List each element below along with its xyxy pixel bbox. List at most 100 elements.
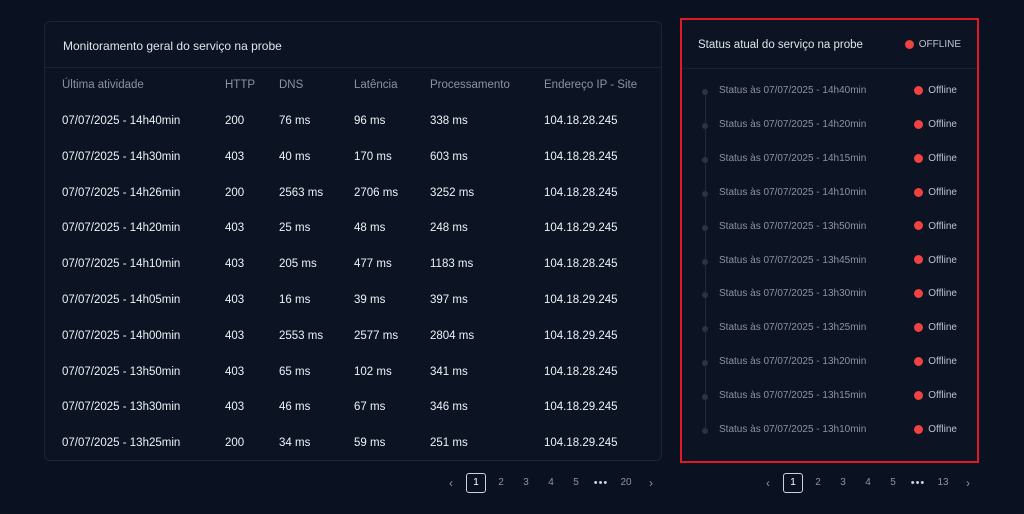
page-button-2[interactable]: 2 [808, 473, 828, 493]
cell-http: 403 [225, 365, 245, 378]
timeline-node-icon [702, 258, 708, 265]
timeline-node-icon [702, 360, 708, 367]
cell-http: 403 [225, 150, 245, 163]
timeline-item-label: Status às 07/07/2025 - 13h50min [719, 220, 867, 232]
timeline-item-state: Offline [928, 288, 957, 300]
column-header-dns: DNS [279, 79, 304, 91]
cell-processing: 346 ms [430, 401, 468, 414]
general-pagination: ‹ 1 2 3 4 5 ••• 20 › [441, 473, 663, 493]
timeline-item-status: Offline [914, 119, 957, 130]
table-row: 07/07/2025 - 14h00min 403 2553 ms 2577 ms 28… [45, 318, 661, 354]
status-dot-icon [914, 187, 924, 197]
timeline-item: Status às 07/07/2025 - 13h30min Offline [682, 285, 977, 305]
table-row: 07/07/2025 - 13h30min 403 46 ms 67 ms 346 ms… [45, 389, 661, 425]
column-header-latency: Latência [354, 79, 398, 91]
timeline-item-state: Offline [928, 356, 957, 368]
cell-http: 403 [225, 329, 245, 342]
cell-dns: 25 ms [279, 222, 311, 235]
cell-last-activity: 07/07/2025 - 14h10min [62, 258, 181, 271]
timeline-node-icon [702, 292, 708, 299]
status-dot-icon [914, 119, 924, 129]
page-button-last[interactable]: 13 [933, 473, 953, 493]
cell-latency: 67 ms [354, 401, 386, 414]
timeline-item: Status às 07/07/2025 - 14h40min Offline [682, 82, 977, 102]
cell-ip-site: 104.18.29.245 [544, 437, 618, 450]
timeline-item-status: Offline [914, 85, 957, 96]
cell-ip-site: 104.18.28.245 [544, 258, 618, 271]
timeline-item: Status às 07/07/2025 - 13h45min Offline [682, 252, 977, 272]
table-row: 07/07/2025 - 13h50min 403 65 ms 102 ms 341 m… [45, 354, 661, 390]
cell-last-activity: 07/07/2025 - 13h25min [62, 437, 181, 450]
timeline-item: Status às 07/07/2025 - 13h15min Offline [682, 387, 977, 407]
status-dot-icon [914, 424, 924, 434]
timeline-item: Status às 07/07/2025 - 14h15min Offline [682, 150, 977, 170]
cell-processing: 341 ms [430, 365, 468, 378]
timeline-item-label: Status às 07/07/2025 - 14h40min [719, 85, 867, 96]
chevron-left-icon[interactable]: ‹ [758, 473, 778, 493]
cell-ip-site: 104.18.29.245 [544, 329, 618, 342]
page-button-4[interactable]: 4 [858, 473, 878, 493]
timeline-node-icon [702, 428, 708, 434]
cell-ip-site: 104.18.28.245 [544, 365, 618, 378]
status-dot-icon [914, 221, 924, 231]
cell-http: 403 [225, 222, 245, 235]
page-button-4[interactable]: 4 [541, 473, 561, 493]
timeline-item-label: Status às 07/07/2025 - 14h15min [719, 152, 867, 164]
timeline-item: Status às 07/07/2025 - 14h20min Offline [682, 116, 977, 136]
cell-last-activity: 07/07/2025 - 14h40min [62, 115, 181, 127]
cell-dns: 205 ms [279, 258, 317, 271]
timeline-item-state: Offline [928, 118, 957, 130]
page-button-last[interactable]: 20 [616, 473, 636, 493]
page-button-3[interactable]: 3 [833, 473, 853, 493]
chevron-right-icon[interactable]: › [641, 473, 661, 493]
cell-dns: 2563 ms [279, 186, 324, 199]
timeline-item-state: Offline [928, 152, 957, 164]
timeline-item-state: Offline [928, 254, 957, 266]
cell-http: 200 [225, 186, 245, 199]
cell-last-activity: 07/07/2025 - 14h30min [62, 150, 181, 163]
cell-processing: 248 ms [430, 222, 468, 235]
column-header-processing: Processamento [430, 79, 510, 91]
timeline-node-icon [702, 394, 708, 401]
timeline-item: Status às 07/07/2025 - 13h50min Offline [682, 218, 977, 238]
cell-processing: 603 ms [430, 150, 468, 163]
page-button-1[interactable]: 1 [466, 473, 486, 493]
timeline-item-state: Offline [928, 424, 957, 435]
table-row: 07/07/2025 - 14h26min 200 2563 ms 2706 ms 32… [45, 175, 661, 211]
dashboard-frame: Monitoramento geral do serviço na probe … [0, 0, 1024, 514]
timeline-item-status: Offline [914, 187, 957, 198]
page-button-5[interactable]: 5 [566, 473, 586, 493]
column-header-last-activity: Última atividade [62, 79, 144, 91]
cell-processing: 251 ms [430, 437, 468, 450]
timeline-item-label: Status às 07/07/2025 - 14h20min [719, 118, 867, 130]
timeline-node-icon [702, 190, 708, 197]
cell-latency: 96 ms [354, 115, 386, 127]
cell-dns: 40 ms [279, 150, 311, 163]
chevron-left-icon[interactable]: ‹ [441, 473, 461, 493]
column-header-ip-site: Endereço IP - Site [544, 79, 638, 91]
status-badge: OFFLINE [904, 39, 961, 50]
timeline-item-status: Offline [914, 356, 957, 367]
page-button-2[interactable]: 2 [491, 473, 511, 493]
current-status-title: Status atual do serviço na probe [698, 39, 863, 51]
cell-http: 200 [225, 115, 245, 127]
status-dot-icon [914, 255, 924, 265]
status-dot-icon [914, 289, 924, 299]
cell-dns: 65 ms [279, 365, 311, 378]
page-button-1[interactable]: 1 [783, 473, 803, 493]
page-button-3[interactable]: 3 [516, 473, 536, 493]
cell-processing: 3252 ms [430, 186, 475, 199]
timeline-item-label: Status às 07/07/2025 - 13h20min [719, 356, 867, 368]
timeline-item-status: Offline [914, 322, 957, 333]
table-row: 07/07/2025 - 14h10min 403 205 ms 477 ms 1183… [45, 246, 661, 282]
cell-last-activity: 07/07/2025 - 14h20min [62, 222, 181, 235]
status-dot-icon [904, 39, 914, 49]
chevron-right-icon[interactable]: › [958, 473, 978, 493]
page-button-5[interactable]: 5 [883, 473, 903, 493]
timeline-item-label: Status às 07/07/2025 - 14h10min [719, 186, 867, 198]
status-dot-icon [914, 85, 924, 95]
timeline-item-status: Offline [914, 390, 957, 401]
general-monitoring-panel: Monitoramento geral do serviço na probe … [44, 21, 662, 461]
timeline-item-state: Offline [928, 390, 957, 402]
cell-latency: 2706 ms [354, 186, 399, 199]
